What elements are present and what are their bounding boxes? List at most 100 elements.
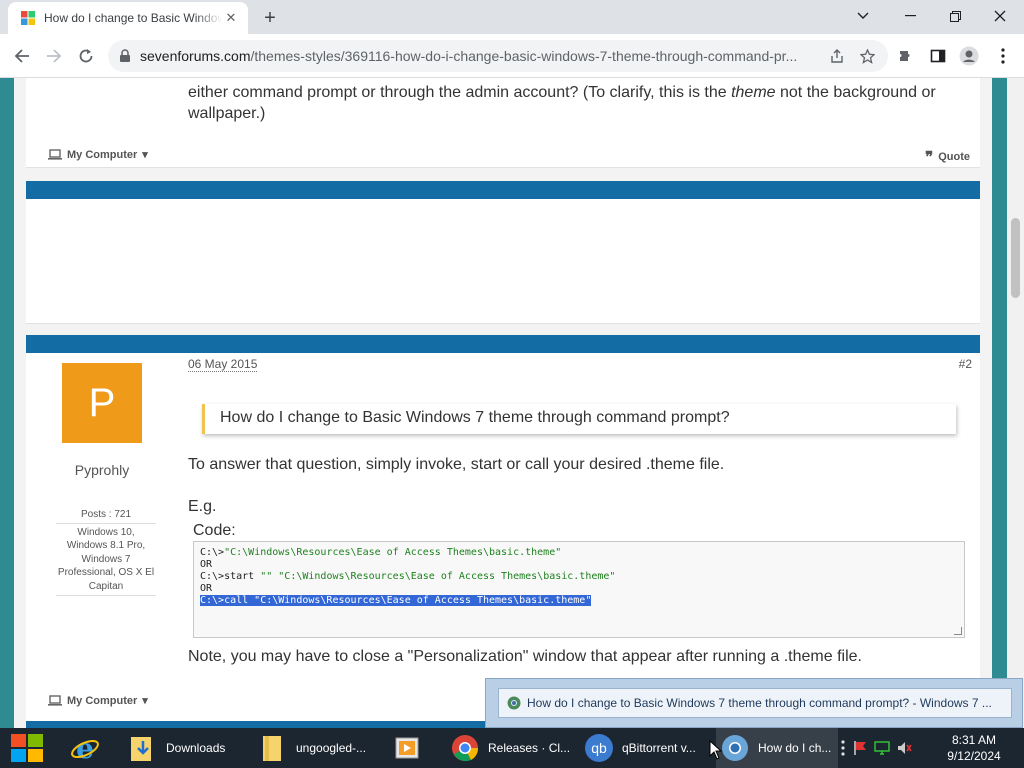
ad-area bbox=[26, 199, 980, 324]
chevron-down-icon: ▾ bbox=[142, 149, 148, 161]
new-tab-button[interactable]: + bbox=[258, 6, 282, 30]
taskbar-label: Downloads bbox=[166, 741, 226, 755]
back-arrow-icon[interactable] bbox=[8, 42, 36, 70]
tab-search-icon[interactable] bbox=[843, 4, 883, 28]
extensions-icon[interactable] bbox=[895, 45, 917, 67]
code-line-or-1: OR bbox=[200, 559, 213, 570]
url-domain: sevenforums.com bbox=[140, 48, 251, 64]
browser-tab-active[interactable]: How do I change to Basic Windows 7 theme… bbox=[8, 2, 248, 34]
code-label: Code: bbox=[193, 522, 236, 539]
code-string: "" bbox=[260, 571, 273, 582]
code-line-1: C:\>"C:\Windows\Resources\Ease of Access… bbox=[200, 547, 958, 559]
volume-muted-icon[interactable] bbox=[896, 740, 912, 756]
my-computer-link-2[interactable]: My Computer ▾ bbox=[48, 694, 148, 707]
thumbnail-title: How do I change to Basic Windows 7 theme… bbox=[527, 696, 992, 710]
system-tray bbox=[840, 728, 912, 768]
minimize-button[interactable] bbox=[890, 4, 930, 28]
forward-arrow-icon[interactable] bbox=[40, 42, 68, 70]
tray-overflow-icon[interactable] bbox=[840, 740, 846, 756]
side-panel-icon[interactable] bbox=[927, 45, 949, 67]
post1-text-line2: wallpaper.) bbox=[188, 105, 266, 122]
address-bar[interactable]: sevenforums.com/themes-styles/369116-how… bbox=[108, 40, 888, 72]
code-prompt: C:\>start bbox=[200, 571, 261, 582]
tab-close-icon[interactable]: ✕ bbox=[222, 9, 240, 27]
post1-text-emphasis: theme bbox=[731, 84, 776, 101]
sevenforums-favicon-icon bbox=[21, 11, 35, 25]
forum-content: either command prompt or through the adm… bbox=[14, 78, 992, 728]
url-text: sevenforums.com/themes-styles/369116-how… bbox=[140, 48, 818, 64]
quote-button[interactable]: ❞ Quote bbox=[925, 148, 970, 166]
internet-explorer-icon: e bbox=[71, 733, 99, 763]
post1-text-a: either command prompt or through the adm… bbox=[188, 84, 727, 101]
reload-icon[interactable] bbox=[72, 42, 100, 70]
qbittorrent-icon: qb bbox=[585, 734, 613, 762]
folder-icon bbox=[263, 736, 281, 761]
tab-strip: How do I change to Basic Windows 7 theme… bbox=[0, 0, 1024, 34]
folder-download-icon bbox=[131, 737, 151, 761]
user-panel: P Pyprohly Posts : 721 Windows 10, Windo… bbox=[26, 353, 178, 728]
my-computer-label: My Computer bbox=[67, 148, 138, 161]
post-header-bar bbox=[26, 181, 980, 199]
scrollbar-thumb[interactable] bbox=[1011, 218, 1020, 298]
laptop-icon bbox=[48, 149, 62, 160]
quote-icon: ❞ bbox=[925, 148, 934, 166]
chromium-icon bbox=[507, 696, 521, 710]
forum-post-2: P Pyprohly Posts : 721 Windows 10, Windo… bbox=[26, 353, 980, 728]
code-prompt: C:\> bbox=[200, 547, 225, 558]
mouse-cursor-icon bbox=[709, 740, 723, 760]
code-selected-text: C:\>call "C:\Windows\Resources\Ease of A… bbox=[200, 595, 592, 606]
chevron-down-icon: ▾ bbox=[142, 695, 148, 707]
post-date[interactable]: 06 May 2015 bbox=[188, 357, 258, 372]
username-link[interactable]: Pyprohly bbox=[26, 462, 178, 478]
forum-post-1: either command prompt or through the adm… bbox=[26, 78, 980, 168]
taskbar-downloads[interactable]: Downloads bbox=[128, 728, 252, 768]
clock-time: 8:31 AM bbox=[951, 733, 997, 747]
taskbar-thumbnail-preview: How do I change to Basic Windows 7 theme… bbox=[485, 678, 1023, 728]
windows-taskbar: e Downloads ungoogled-... Releases · Cl.… bbox=[0, 728, 1024, 768]
taskbar-clock[interactable]: 8:31 AM 9/12/2024 bbox=[930, 732, 1018, 764]
eg-text: E.g. bbox=[188, 498, 217, 515]
code-line-3: C:\>call "C:\Windows\Resources\Ease of A… bbox=[200, 595, 958, 607]
taskbar-label: qBittorrent v... bbox=[622, 741, 696, 755]
taskbar-ungoogled[interactable]: ungoogled-... bbox=[258, 728, 382, 768]
code-block[interactable]: C:\>"C:\Windows\Resources\Ease of Access… bbox=[193, 541, 965, 638]
page-viewport: either command prompt or through the adm… bbox=[0, 78, 1024, 728]
page-scrollbar[interactable] bbox=[1007, 78, 1024, 728]
tab-title: How do I change to Basic Windows 7 theme… bbox=[44, 11, 222, 25]
bookmark-star-icon[interactable] bbox=[856, 45, 878, 67]
avatar[interactable]: P bbox=[62, 363, 142, 443]
taskbar-label: ungoogled-... bbox=[296, 741, 367, 755]
menu-kebab-icon[interactable] bbox=[992, 45, 1014, 67]
action-center-flag-icon[interactable] bbox=[852, 740, 868, 756]
taskbar-label: Releases · Cl... bbox=[488, 741, 571, 755]
url-path: /themes-styles/369116-how-do-i-change-ba… bbox=[250, 48, 798, 64]
my-computer-link[interactable]: My Computer ▾ bbox=[48, 148, 148, 161]
taskbar-ie[interactable]: e bbox=[70, 728, 108, 768]
taskbar-chromium-active[interactable]: How do I ch... bbox=[716, 728, 838, 768]
code-string: "C:\Windows\Resources\Ease of Access The… bbox=[224, 547, 562, 558]
post2-header-bar bbox=[26, 335, 980, 353]
my-computer-label: My Computer bbox=[67, 694, 138, 707]
profile-avatar-icon[interactable] bbox=[958, 45, 980, 67]
code-line-or-2: OR bbox=[200, 583, 213, 594]
resize-handle-icon[interactable] bbox=[954, 627, 962, 635]
code-line-2: C:\>start "" "C:\Windows\Resources\Ease … bbox=[200, 571, 958, 583]
restore-button[interactable] bbox=[935, 4, 975, 28]
windows-start-icon[interactable] bbox=[8, 731, 46, 765]
note-text: Note, you may have to close a "Personali… bbox=[188, 648, 862, 665]
user-info: Posts : 721 Windows 10, Windows 8.1 Pro,… bbox=[56, 508, 156, 596]
laptop-icon bbox=[48, 695, 62, 706]
taskbar-qbittorrent[interactable]: qb qBittorrent v... bbox=[584, 728, 706, 768]
close-window-button[interactable] bbox=[980, 4, 1020, 28]
taskbar-media[interactable] bbox=[392, 728, 430, 768]
media-player-icon bbox=[395, 737, 419, 759]
network-icon[interactable] bbox=[874, 740, 890, 756]
share-icon[interactable] bbox=[826, 45, 848, 67]
code-string: "C:\Windows\Resources\Ease of Access The… bbox=[272, 571, 616, 582]
browser-toolbar: sevenforums.com/themes-styles/369116-how… bbox=[0, 34, 1024, 78]
post-number-link[interactable]: #2 bbox=[959, 357, 972, 371]
thumbnail-item[interactable]: How do I change to Basic Windows 7 theme… bbox=[498, 688, 1012, 718]
taskbar-chrome-releases[interactable]: Releases · Cl... bbox=[450, 728, 572, 768]
lock-icon[interactable] bbox=[118, 49, 132, 63]
svg-text:qb: qb bbox=[591, 740, 607, 756]
